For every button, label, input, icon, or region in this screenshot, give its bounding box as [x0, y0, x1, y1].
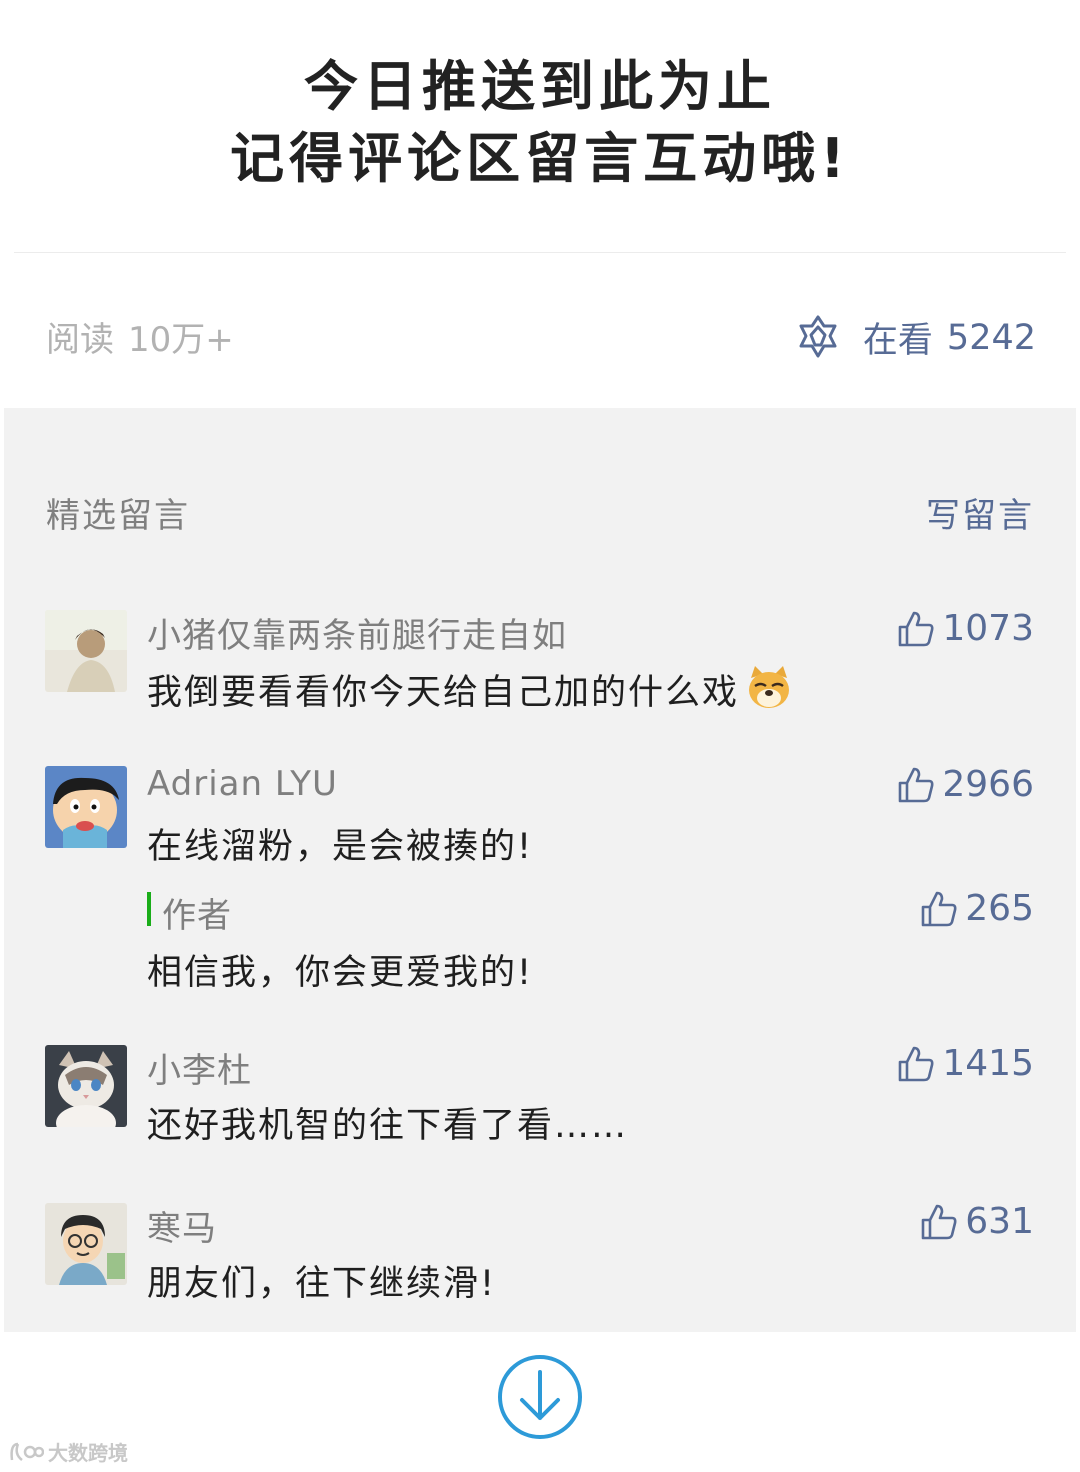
like-button[interactable]: 631 [919, 1201, 1034, 1242]
comment-text: 在线溜粉，是会被揍的! [147, 827, 534, 867]
headline-line-1: 今日推送到此为止 [304, 55, 776, 118]
thumbs-up-icon [921, 891, 957, 926]
arrow-down-circle-icon[interactable] [497, 1354, 583, 1440]
like-count: 1415 [942, 1043, 1034, 1084]
author-label: 作者 [162, 896, 232, 936]
thumbs-up-icon [899, 1046, 934, 1081]
comment-text: 我倒要看看你今天给自己加的什么戏 [147, 662, 795, 715]
watching-star-icon [799, 315, 837, 357]
thumbs-up-icon [899, 767, 934, 802]
write-comment-button[interactable]: 写留言 [926, 488, 1034, 537]
thumbs-up-icon [899, 611, 934, 646]
read-value: 10万+ [128, 320, 234, 360]
like-button[interactable]: 265 [919, 888, 1034, 929]
comment-nickname: 小猪仅靠两条前腿行走自如 [147, 616, 567, 656]
author-reply-marker [147, 892, 151, 926]
comments-panel: 精选留言 写留言 小猪仅靠两条前腿行走自如 1073 我倒要看看你今天给自己加的… [4, 408, 1076, 1332]
comment-nickname: Adrian LYU [147, 764, 338, 804]
avatar[interactable] [45, 766, 127, 848]
comment-text-content: 我倒要看看你今天给自己加的什么戏 [147, 673, 740, 713]
thumbs-up-icon [921, 1204, 957, 1239]
comment-nickname: 寒马 [147, 1209, 217, 1249]
headline-line-2: 记得评论区留言互动哦! [230, 127, 850, 190]
watermark: 大数跨境 [8, 1437, 128, 1466]
like-count: 2966 [942, 764, 1034, 805]
divider [14, 252, 1066, 253]
watch-value: 5242 [946, 317, 1036, 358]
avatar[interactable] [45, 610, 127, 692]
like-count: 1073 [942, 608, 1034, 649]
avatar[interactable] [45, 1203, 127, 1285]
like-button[interactable]: 2966 [896, 764, 1034, 805]
read-label: 阅读 [46, 320, 114, 360]
like-count: 631 [965, 1201, 1034, 1242]
read-count: 阅读 10万+ [46, 312, 234, 361]
watch-label: 在看 [862, 321, 933, 361]
doge-emoji-icon [749, 666, 790, 708]
comment-text: 还好我机智的往下看了看…… [147, 1106, 629, 1146]
like-button[interactable]: 1073 [896, 608, 1034, 649]
comments-title: 精选留言 [46, 496, 190, 536]
like-button[interactable]: 1415 [896, 1043, 1034, 1084]
avatar[interactable] [45, 1045, 127, 1127]
watermark-text: 大数跨境 [48, 1441, 128, 1465]
comment-text: 朋友们，往下继续滑! [147, 1264, 497, 1304]
author-reply-text: 相信我，你会更爱我的! [147, 953, 534, 993]
comment-nickname: 小李杜 [147, 1051, 252, 1091]
like-count: 265 [965, 888, 1034, 929]
watermark-logo-icon [10, 1442, 44, 1461]
watch-button[interactable]: 在看 5242 [793, 312, 1036, 363]
